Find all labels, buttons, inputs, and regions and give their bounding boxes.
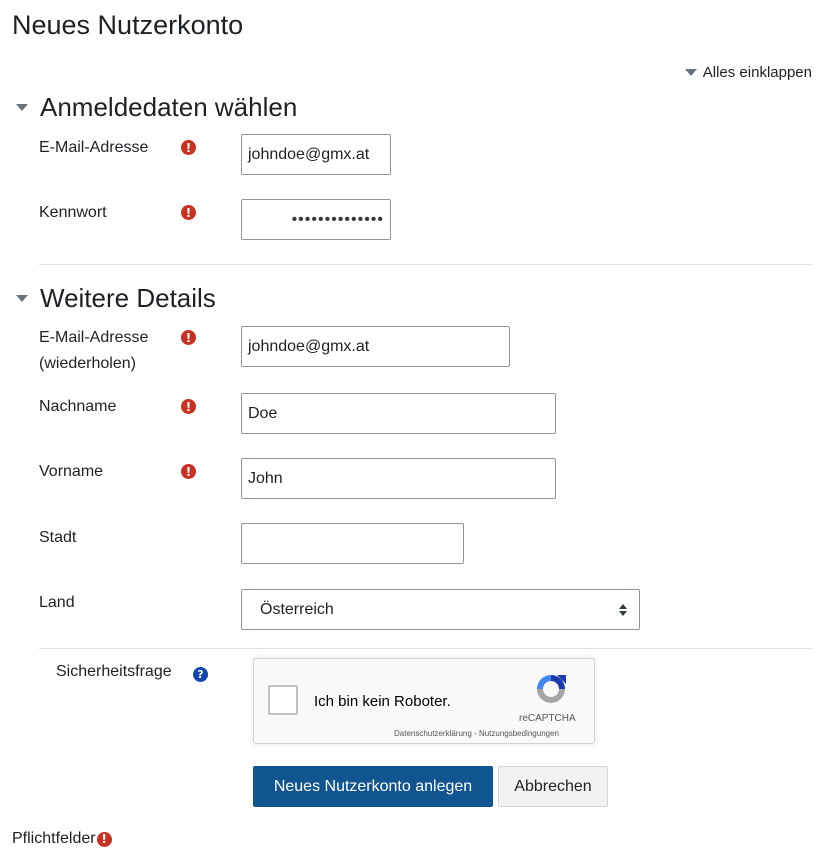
country-select[interactable]: Österreich (241, 589, 640, 630)
city-field[interactable] (241, 523, 464, 564)
select-arrows-icon (619, 603, 627, 616)
email-value: johndoe@gmx.at (248, 145, 370, 163)
recaptcha-links: Datenschutzerklärung - Nutzungsbedingung… (394, 729, 559, 738)
recaptcha-logo-icon (537, 675, 566, 703)
email-repeat-label-line2: (wiederholen) (39, 355, 136, 372)
required-icon: ! (181, 140, 196, 155)
recaptcha-brand: reCAPTCHA (519, 713, 576, 724)
recaptcha-privacy-link[interactable]: Datenschutzerklärung (394, 729, 472, 738)
section-header-details[interactable]: Weitere Details (14, 283, 216, 314)
password-label: Kennwort (39, 204, 107, 221)
create-account-button[interactable]: Neues Nutzerkonto anlegen (253, 766, 493, 807)
required-fields-label: Pflichtfelder (12, 830, 96, 847)
section-divider (39, 264, 812, 265)
firstname-field[interactable]: John (241, 458, 556, 499)
recaptcha-terms-link[interactable]: Nutzungsbedingungen (479, 729, 559, 738)
email-field[interactable]: johndoe@gmx.at (241, 134, 391, 175)
email-label: E-Mail-Adresse (39, 139, 149, 156)
required-icon: ! (181, 464, 196, 479)
security-label: Sicherheitsfrage (56, 663, 172, 680)
email-repeat-label-line1: E-Mail-Adresse (39, 329, 149, 346)
password-field[interactable]: •••••••••••••• (241, 199, 391, 240)
country-label: Land (39, 594, 75, 611)
required-icon: ! (181, 205, 196, 220)
help-icon[interactable]: ? (193, 667, 208, 682)
section-divider (39, 648, 812, 649)
page-title: Neues Nutzerkonto (12, 10, 244, 40)
recaptcha-widget: Ich bin kein Roboter. reCAPTCHA Datensch… (253, 658, 595, 744)
caret-down-icon (684, 69, 697, 76)
required-icon: ! (96, 831, 112, 847)
recaptcha-checkbox[interactable] (268, 685, 298, 715)
email-repeat-value: johndoe@gmx.at (248, 337, 370, 355)
caret-down-icon (16, 104, 28, 111)
required-icon: ! (181, 330, 196, 345)
section-header-login[interactable]: Anmeldedaten wählen (14, 92, 297, 123)
country-value: Österreich (260, 600, 334, 618)
recaptcha-link-separator: - (471, 729, 479, 738)
firstname-label: Vorname (39, 463, 104, 480)
lastname-label: Nachname (39, 398, 117, 415)
city-label: Stadt (39, 529, 77, 546)
required-icon: ! (181, 399, 196, 414)
required-fields-note: Pflichtfelder ! (12, 830, 112, 848)
email-repeat-label: E-Mail-Adresse (wiederholen) (39, 325, 148, 377)
firstname-value: John (248, 469, 283, 487)
collapse-all-link[interactable]: Alles einklappen (684, 64, 812, 81)
password-value: •••••••••••••• (291, 210, 384, 228)
cancel-button[interactable]: Abbrechen (498, 766, 608, 807)
recaptcha-checkbox-label: Ich bin kein Roboter. (314, 693, 451, 710)
lastname-value: Doe (248, 404, 278, 422)
lastname-field[interactable]: Doe (241, 393, 556, 434)
collapse-all-label: Alles einklappen (702, 64, 812, 81)
section-title-details: Weitere Details (40, 283, 216, 313)
email-repeat-field[interactable]: johndoe@gmx.at (241, 326, 510, 367)
section-title-login: Anmeldedaten wählen (40, 92, 298, 122)
caret-down-icon (16, 295, 28, 302)
